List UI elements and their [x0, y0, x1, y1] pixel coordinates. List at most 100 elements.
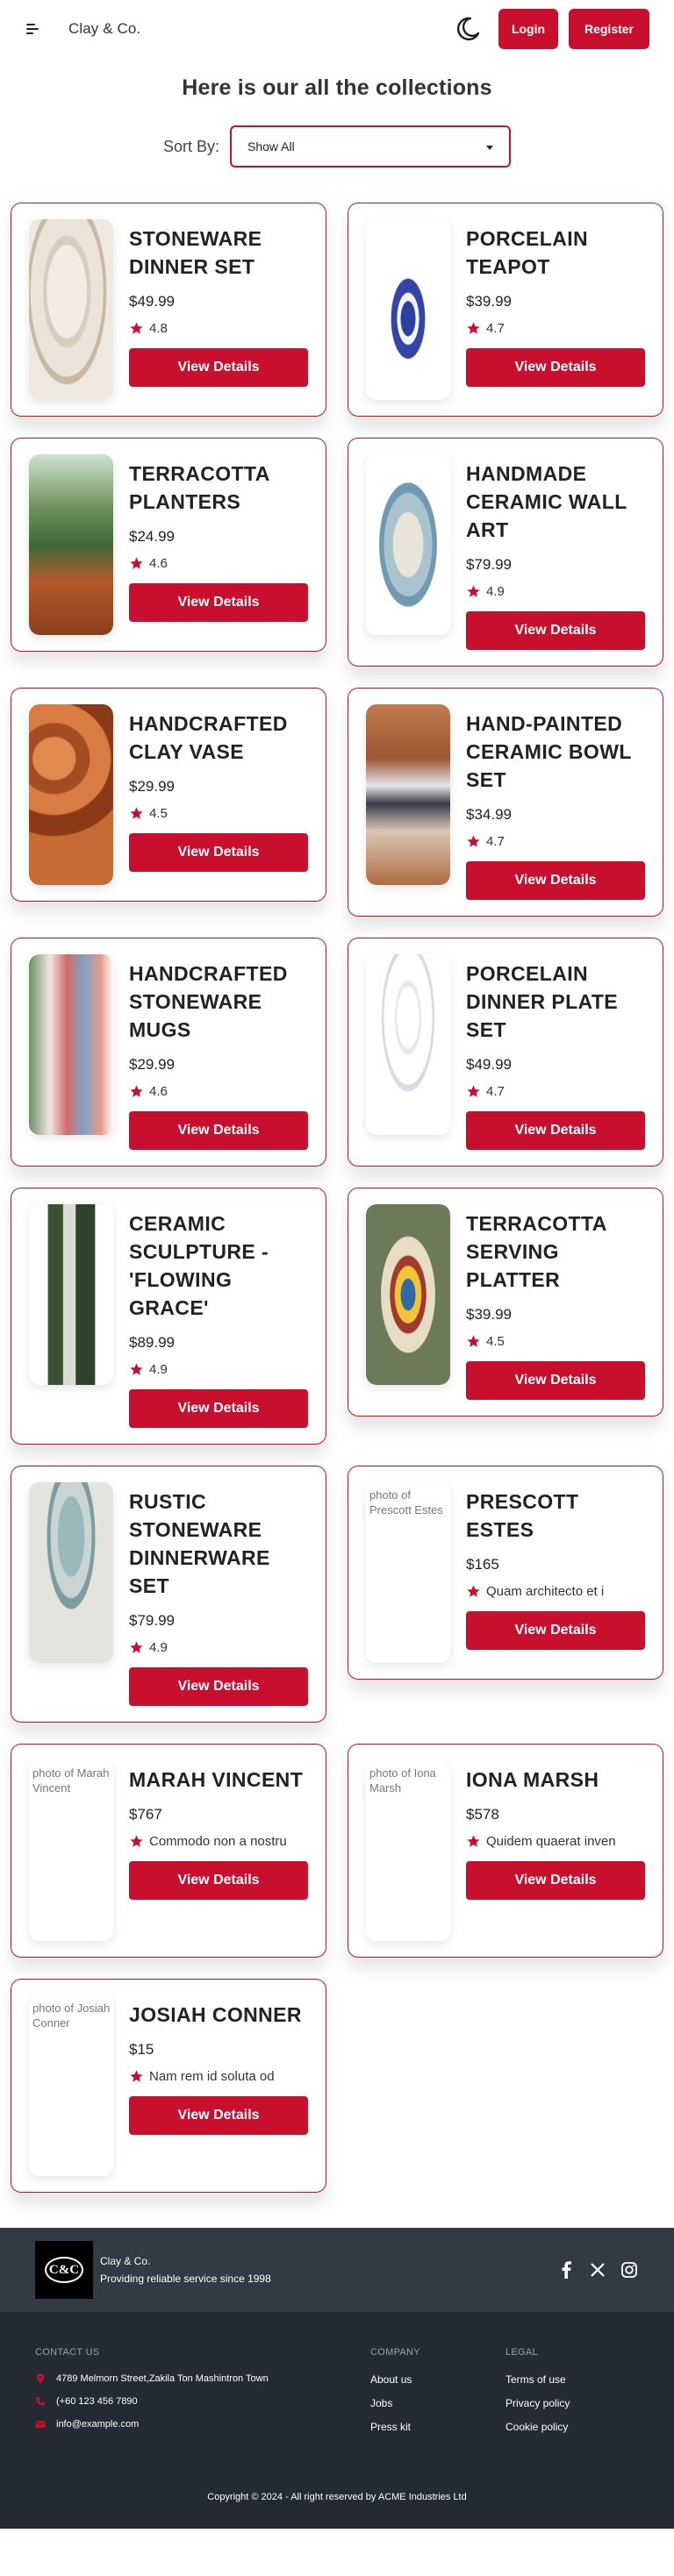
email-line: info@example.com	[35, 2419, 370, 2430]
star-icon	[467, 1835, 480, 1847]
hamburger-menu-icon[interactable]	[26, 24, 40, 34]
view-details-button[interactable]: View Details	[129, 2096, 308, 2135]
star-icon	[467, 1585, 480, 1597]
footer-bottom: Contact Us 4789 Melmorn Street,Zakila To…	[0, 2312, 674, 2529]
phone-line: (+60 123 456 7890	[35, 2396, 370, 2407]
view-details-button[interactable]: View Details	[129, 1111, 308, 1150]
product-title: Stoneware Dinner Set	[129, 227, 262, 278]
star-icon	[130, 1085, 143, 1097]
product-image: photo of Marah Vincent	[29, 1760, 113, 1941]
nav-actions: Login Register	[453, 9, 649, 49]
view-details-button[interactable]: View Details	[466, 1111, 645, 1150]
address-text: 4789 Melmorn Street,Zakila Ton Mashintro…	[56, 2373, 269, 2384]
product-rating-value: 4.7	[486, 321, 505, 336]
view-details-button[interactable]: View Details	[466, 861, 645, 900]
copyright-text: Copyright © 2024 - All right reserved by…	[207, 2492, 467, 2502]
view-details-button[interactable]: View Details	[129, 1667, 308, 1706]
star-icon	[130, 807, 143, 819]
product-price: $15	[129, 2041, 154, 2058]
cookie-policy-link[interactable]: Cookie policy	[506, 2421, 570, 2433]
view-details-button[interactable]: View Details	[129, 1389, 308, 1428]
sort-selected-value: Show All	[247, 139, 295, 153]
view-details-button[interactable]: View Details	[129, 1861, 308, 1900]
product-card: Handcrafted Clay Vase $29.99 4.5 View De…	[11, 688, 326, 902]
view-details-button[interactable]: View Details	[466, 611, 645, 650]
product-card: Porcelain Teapot $39.99 4.7 View Details	[348, 203, 663, 417]
product-title: Iona Marsh	[466, 1768, 599, 1791]
page-title: Here is our all the collections	[182, 75, 492, 100]
email-text[interactable]: info@example.com	[56, 2419, 139, 2430]
star-icon	[130, 1641, 143, 1653]
product-image: photo of Prescott Estes	[366, 1482, 450, 1663]
product-rating-value: 4.6	[149, 556, 168, 571]
email-icon	[35, 2421, 46, 2428]
view-details-button[interactable]: View Details	[466, 1611, 645, 1650]
dark-mode-toggle-icon[interactable]	[453, 14, 483, 44]
product-rating-value: 4.8	[149, 321, 168, 336]
product-image	[29, 954, 113, 1135]
product-rating: Commodo non a nostru	[129, 1834, 298, 1849]
product-card: photo of Josiah Conner Josiah Conner $15…	[11, 1979, 326, 2193]
star-icon	[467, 322, 480, 334]
x-twitter-icon[interactable]	[588, 2260, 607, 2280]
product-title: Handmade Ceramic Wall Art	[466, 462, 627, 541]
view-details-button[interactable]: View Details	[466, 1861, 645, 1900]
product-card: photo of Prescott Estes Prescott Estes $…	[348, 1466, 663, 1680]
view-details-button[interactable]: View Details	[129, 583, 308, 622]
product-rating: Quam architecto et i	[466, 1584, 635, 1599]
view-details-button[interactable]: View Details	[466, 348, 645, 387]
product-rating: 4.6	[129, 1084, 298, 1099]
star-icon	[467, 1085, 480, 1097]
product-price: $24.99	[129, 528, 175, 545]
register-button[interactable]: Register	[569, 9, 649, 49]
product-title: Hand-Painted Ceramic Bowl Set	[466, 712, 632, 791]
star-icon	[467, 835, 480, 847]
product-price: $89.99	[129, 1334, 175, 1351]
product-price: $79.99	[129, 1612, 175, 1629]
product-title: Porcelain Dinner Plate Set	[466, 962, 619, 1041]
star-icon	[130, 1835, 143, 1847]
address-line: 4789 Melmorn Street,Zakila Ton Mashintro…	[35, 2373, 370, 2384]
instagram-icon[interactable]	[620, 2260, 639, 2280]
product-title: Handcrafted Stoneware Mugs	[129, 962, 288, 1041]
view-details-button[interactable]: View Details	[129, 348, 308, 387]
press-kit-link[interactable]: Press kit	[370, 2421, 506, 2433]
product-image	[366, 954, 450, 1135]
product-rating-value: 4.9	[149, 1640, 168, 1655]
product-rating-value: 4.5	[149, 806, 168, 821]
jobs-link[interactable]: Jobs	[370, 2397, 506, 2409]
product-rating: 4.7	[466, 1084, 635, 1099]
product-card: Hand-Painted Ceramic Bowl Set $34.99 4.7…	[348, 688, 663, 917]
product-card: Porcelain Dinner Plate Set $49.99 4.7 Vi…	[348, 938, 663, 1167]
product-price: $34.99	[466, 806, 512, 823]
view-details-button[interactable]: View Details	[466, 1361, 645, 1400]
privacy-policy-link[interactable]: Privacy policy	[506, 2397, 570, 2409]
product-image: photo of Josiah Conner	[29, 1995, 113, 2176]
product-card: Handcrafted Stoneware Mugs $29.99 4.6 Vi…	[11, 938, 326, 1167]
product-price: $29.99	[129, 1056, 175, 1073]
facebook-icon[interactable]	[556, 2260, 576, 2280]
view-details-button[interactable]: View Details	[129, 833, 308, 872]
product-price: $39.99	[466, 293, 512, 310]
star-icon	[130, 557, 143, 569]
about-us-link[interactable]: About us	[370, 2373, 506, 2386]
footer: C&C Clay & Co. Providing reliable servic…	[0, 2228, 674, 2529]
terms-of-use-link[interactable]: Terms of use	[506, 2373, 570, 2386]
sort-select[interactable]: Show All	[230, 125, 512, 168]
star-icon	[130, 322, 143, 334]
legal-heading: Legal	[506, 2347, 538, 2358]
product-price: $49.99	[129, 293, 175, 310]
chevron-down-icon	[486, 146, 494, 150]
brand-name[interactable]: Clay & Co.	[68, 20, 140, 38]
product-rating-value: 4.5	[486, 1334, 505, 1349]
product-card: Handmade Ceramic Wall Art $79.99 4.9 Vie…	[348, 438, 663, 667]
product-rating: Nam rem id soluta od	[129, 2069, 298, 2084]
logo[interactable]: C&C	[35, 2241, 93, 2299]
login-button[interactable]: Login	[498, 9, 558, 49]
product-card: Terracotta Serving Platter $39.99 4.5 Vi…	[348, 1188, 663, 1416]
product-rating: 4.9	[129, 1640, 298, 1655]
phone-text[interactable]: (+60 123 456 7890	[56, 2396, 138, 2407]
product-image	[29, 1204, 113, 1385]
product-card: Rustic Stoneware Dinnerware Set $79.99 4…	[11, 1466, 326, 1723]
product-title: Rustic Stoneware Dinnerware Set	[129, 1490, 270, 1597]
